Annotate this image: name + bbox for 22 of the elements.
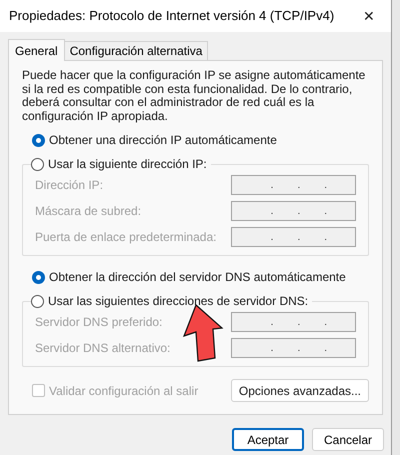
field-label: Puerta de enlace predeterminada: [35,229,216,246]
dialog-button[interactable]: Aceptar [232,428,304,451]
field-label: Servidor DNS alternativo: [35,340,170,357]
radio-button[interactable] [32,270,45,284]
radio-button[interactable] [31,158,44,170]
tab[interactable]: Configuración alternativa [64,41,208,60]
tab[interactable]: General [8,39,65,61]
field-label: Dirección IP: [35,177,104,194]
arrow-icon [180,304,224,362]
radio-option[interactable]: Obtener la dirección del servidor DNS automáticamente [32,268,369,286]
radio-button[interactable] [31,294,44,308]
field-label: Servidor DNS preferido: [35,314,162,331]
description-text: Puede hacer que la configuración IP se asigne automáticamente si la red es compatible con esta funcionalidad. De lo contrario, deberá consultar con el administrador de red cuál es la configuración IP apropiada. [22,69,366,123]
radio-option[interactable]: Obtener una dirección IP automáticamente [32,131,369,149]
radio-button[interactable] [32,134,45,146]
advanced-options-button[interactable]: Opciones avanzadas... [230,379,369,402]
radio-option[interactable]: Usar la siguiente dirección IP: [31,155,207,173]
radio-option[interactable]: Usar las siguientes direcciones de servidor DNS: [31,292,308,310]
window-title: Propiedades: Protocolo de Internet versión 4 (TCP/IPv4) [9,7,334,26]
close-button[interactable]: ✕ [357,4,381,28]
field-label: Máscara de subred: [35,203,142,220]
dialog-button[interactable]: Cancelar [312,428,384,451]
